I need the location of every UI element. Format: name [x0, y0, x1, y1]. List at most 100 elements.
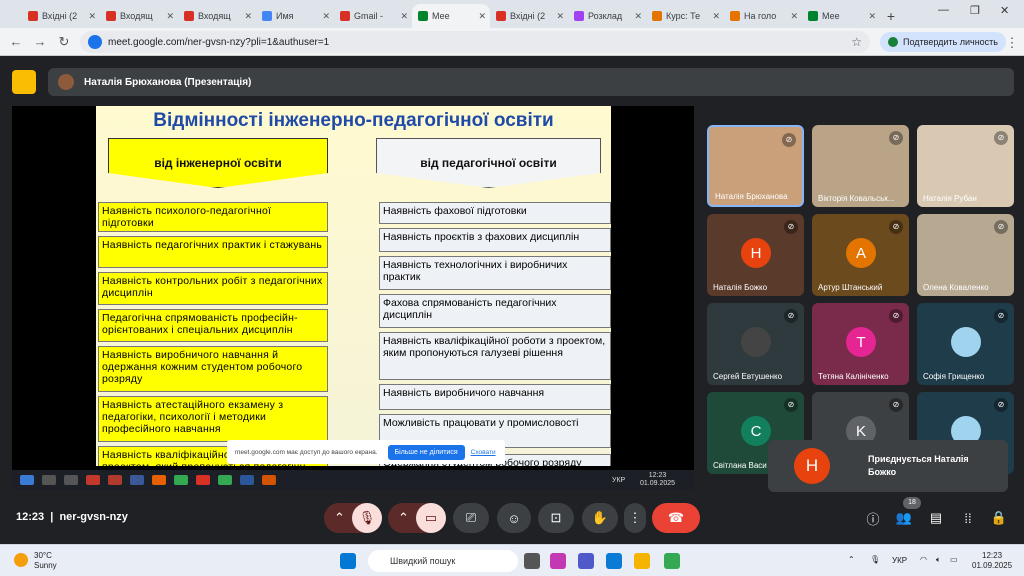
- weather-widget[interactable]: 30°C Sunny: [14, 551, 57, 571]
- os-clock[interactable]: 12:23 01.09.2025: [972, 551, 1012, 571]
- browser-tab[interactable]: Входящ ✕: [178, 4, 256, 28]
- search-icon: [42, 475, 56, 485]
- avatar: [58, 74, 74, 90]
- close-tab-icon[interactable]: ✕: [88, 11, 96, 22]
- favicon-icon: [652, 11, 662, 21]
- tab-label: Gmail -: [354, 11, 383, 21]
- url-text: meet.google.com/ner-gvsn-nzy?pli=1&authu…: [108, 36, 330, 48]
- chat-icon[interactable]: ▤: [925, 507, 947, 529]
- leave-call-button[interactable]: ☎: [652, 503, 700, 533]
- right-item: Фахова спрямованість педагогічних дисцип…: [379, 294, 611, 328]
- back-icon[interactable]: ←: [4, 34, 28, 49]
- close-tab-icon[interactable]: ✕: [556, 11, 564, 22]
- browser-tab[interactable]: Входящ ✕: [100, 4, 178, 28]
- close-tab-icon[interactable]: ✕: [868, 11, 876, 22]
- close-tab-icon[interactable]: ✕: [478, 11, 486, 22]
- verify-identity-button[interactable]: Подтвердить личность: [880, 32, 1006, 52]
- explorer-icon[interactable]: [634, 553, 650, 569]
- info-icon[interactable]: ⓘ: [862, 507, 884, 529]
- bookmark-star-icon[interactable]: ☆: [851, 35, 862, 49]
- close-tab-icon[interactable]: ✕: [634, 11, 642, 22]
- participant-tile[interactable]: ⊘ Софія Грищенко: [917, 303, 1014, 385]
- teams-icon[interactable]: [578, 553, 594, 569]
- volume-icon[interactable]: 🔈︎: [936, 555, 941, 565]
- close-tab-icon[interactable]: ✕: [790, 11, 798, 22]
- participant-tile[interactable]: ⊘ Вікторія Ковальськ...: [812, 125, 909, 207]
- os-lang[interactable]: УКР: [892, 556, 907, 565]
- avatar: А: [846, 238, 876, 268]
- task-view-icon[interactable]: [524, 553, 540, 569]
- browser-tab[interactable]: Мее ✕: [412, 4, 490, 28]
- stop-sharing-button[interactable]: Більше не ділитися: [387, 444, 465, 460]
- mic-off-icon: ⊘: [994, 398, 1008, 412]
- tray-chevron-icon[interactable]: ⌃: [848, 555, 855, 564]
- participant-tile[interactable]: ⊘ Наталія Брюханова: [707, 125, 804, 207]
- os-time: 12:23: [982, 551, 1003, 560]
- reload-icon[interactable]: ↻: [52, 34, 76, 50]
- battery-icon[interactable]: ▭: [950, 555, 958, 564]
- wifi-icon[interactable]: ◠: [920, 555, 927, 564]
- participant-tile[interactable]: ⊘ Олена Коваленко: [917, 214, 1014, 296]
- participant-name: Наталія Рубан: [923, 194, 977, 203]
- browser-tab[interactable]: Розклад ✕: [568, 4, 646, 28]
- menu-icon[interactable]: ⋮: [1000, 35, 1024, 51]
- avatar: [951, 327, 981, 357]
- copilot-icon[interactable]: [550, 553, 566, 569]
- hide-link[interactable]: Сховати: [471, 449, 496, 456]
- mic-tray-icon[interactable]: 🎙︎: [870, 555, 880, 564]
- close-tab-icon[interactable]: ✕: [166, 11, 174, 22]
- host-controls-icon[interactable]: 🔒: [988, 507, 1010, 529]
- participant-name: Наталія Божко: [713, 283, 768, 292]
- join-text: Приєднується Наталія Божко: [868, 454, 969, 477]
- more-options-icon[interactable]: ⋮: [624, 503, 646, 533]
- shared-screen: Відмінності інженерно-педагогічної освіт…: [12, 106, 694, 490]
- right-item: Наявність проєктів з фахових дисциплін: [379, 228, 611, 252]
- tab-label: Имя: [276, 11, 294, 21]
- close-tab-icon[interactable]: ✕: [322, 11, 330, 22]
- verify-label: Подтвердить личность: [903, 37, 998, 47]
- present-icon[interactable]: ⎚: [453, 503, 489, 533]
- close-tab-icon[interactable]: ✕: [244, 11, 252, 22]
- people-icon[interactable]: 👥: [893, 507, 915, 529]
- captions-icon[interactable]: ⊡: [538, 503, 574, 533]
- emoji-icon[interactable]: ☺: [497, 503, 531, 533]
- right-item: Наявність виробничого навчання: [379, 384, 611, 410]
- taskbar-search[interactable]: Швидкий пошук: [368, 550, 518, 572]
- mic-off-icon[interactable]: 🎙︎: [352, 503, 382, 533]
- minimize-icon[interactable]: —: [938, 4, 949, 16]
- tab-label: Входящ: [198, 11, 231, 21]
- participant-tile[interactable]: ⊘ Сергей Евтушенко: [707, 303, 804, 385]
- participant-tile[interactable]: ⊘ Наталія Рубан: [917, 125, 1014, 207]
- weather-text: Sunny: [34, 561, 57, 570]
- tab-label: Мее: [432, 11, 450, 21]
- browser-tab[interactable]: Вхідні (2 ✕: [490, 4, 568, 28]
- close-window-icon[interactable]: ✕: [1000, 4, 1009, 17]
- camera-off-icon[interactable]: ▭: [416, 503, 446, 533]
- participant-tile[interactable]: А ⊘ Артур Штанський: [812, 214, 909, 296]
- start-icon[interactable]: [340, 553, 356, 569]
- restore-icon[interactable]: ❐: [970, 4, 980, 17]
- url-field[interactable]: meet.google.com/ner-gvsn-nzy?pli=1&authu…: [80, 31, 870, 53]
- participant-tile[interactable]: Н ⊘ Наталія Божко: [707, 214, 804, 296]
- browser-tab[interactable]: Вхідні (2 ✕: [22, 4, 100, 28]
- browser-tab[interactable]: Имя ✕: [256, 4, 334, 28]
- new-tab-button[interactable]: +: [880, 4, 902, 28]
- raise-hand-icon[interactable]: ✋: [582, 503, 618, 533]
- chrome-icon: [218, 475, 232, 485]
- browser-tab[interactable]: Gmail - ✕: [334, 4, 412, 28]
- right-item: Наявність фахової підготовки: [379, 202, 611, 224]
- close-tab-icon[interactable]: ✕: [712, 11, 720, 22]
- site-info-icon[interactable]: [88, 35, 102, 49]
- close-tab-icon[interactable]: ✕: [400, 11, 408, 22]
- chrome-icon[interactable]: [664, 553, 680, 569]
- remote-lang: УКР: [612, 476, 626, 484]
- browser-tab[interactable]: Курс: Те ✕: [646, 4, 724, 28]
- edge-icon[interactable]: [606, 553, 622, 569]
- activities-icon[interactable]: ⁞⁞: [957, 507, 979, 529]
- tab-label: На голо: [744, 11, 777, 21]
- browser-tab[interactable]: Мее ✕: [802, 4, 880, 28]
- participant-tile[interactable]: Т ⊘ Тетяна Калініченко: [812, 303, 909, 385]
- favicon-icon: [340, 11, 350, 21]
- forward-icon[interactable]: →: [28, 34, 52, 49]
- browser-tab[interactable]: На голо ✕: [724, 4, 802, 28]
